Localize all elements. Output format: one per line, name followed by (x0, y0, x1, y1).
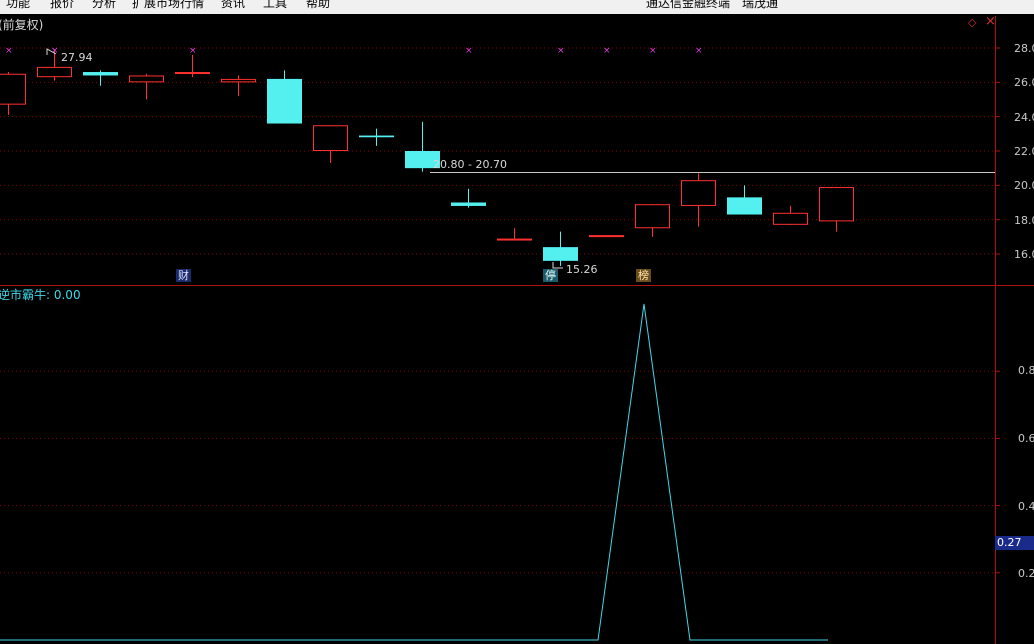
candle-body (221, 78, 256, 83)
price-range-label: 20.80 - 20.70 (433, 158, 507, 171)
candle-body (819, 187, 854, 222)
candle-body (773, 212, 808, 225)
candle-body (267, 78, 302, 124)
candle-body (635, 204, 670, 229)
candle-body (313, 125, 348, 151)
indicator-axis-tick: 0.2 (1018, 567, 1034, 580)
price-axis-tick: 20.0 (1014, 179, 1034, 192)
indicator-axis-tick: 0.8 (1018, 364, 1034, 377)
signal-marker: × (557, 46, 565, 56)
suspend-badge[interactable]: 停 (543, 269, 558, 282)
price-axis-tick: 22.0 (1014, 145, 1034, 158)
price-axis-tick: 16.0 (1014, 248, 1034, 261)
price-axis-tick: 24.0 (1014, 111, 1034, 124)
indicator-value: 0.00 (53, 288, 81, 302)
signal-marker: × (189, 46, 197, 56)
high-price-label: 27.94 (61, 51, 93, 64)
price-axis-tick: 26.0 (1014, 76, 1034, 89)
indicator-line (0, 303, 828, 641)
indicator-title: 逆市霸牛: 0.00 (0, 288, 81, 302)
indicator-axis-tick: 0.6 (1018, 432, 1034, 445)
signal-marker: × (5, 46, 13, 56)
candle-body (83, 72, 118, 76)
signal-marker: × (695, 46, 703, 56)
indicator-axis-tick: 0.4 (1018, 500, 1034, 513)
signal-marker: × (603, 46, 611, 56)
indicator-current-value: 0.27 (995, 536, 1034, 550)
candle-body (681, 180, 716, 206)
kline-chart[interactable]: × × × × × × × × (0, 0, 1034, 644)
candle-body (129, 75, 164, 83)
low-price-label: 15.26 (566, 263, 598, 276)
candle-body (451, 202, 486, 206)
candle-body (727, 197, 762, 215)
signal-marker: × (649, 46, 657, 56)
candle-body (0, 73, 26, 105)
price-axis-tick: 28.0 (1014, 42, 1034, 55)
candle-body (359, 135, 394, 138)
signal-marker: × (465, 46, 473, 56)
price-axis-tick: 18.0 (1014, 214, 1034, 227)
candle-body (37, 66, 72, 78)
ranking-badge[interactable]: 榜 (636, 269, 651, 282)
candle-body (175, 72, 210, 75)
low-price-pointer (552, 262, 563, 269)
signal-marker: × (51, 46, 59, 56)
candle-body (589, 235, 624, 238)
finance-badge[interactable]: 财 (176, 269, 191, 282)
candle-body (543, 247, 578, 261)
candle-body (497, 238, 532, 241)
